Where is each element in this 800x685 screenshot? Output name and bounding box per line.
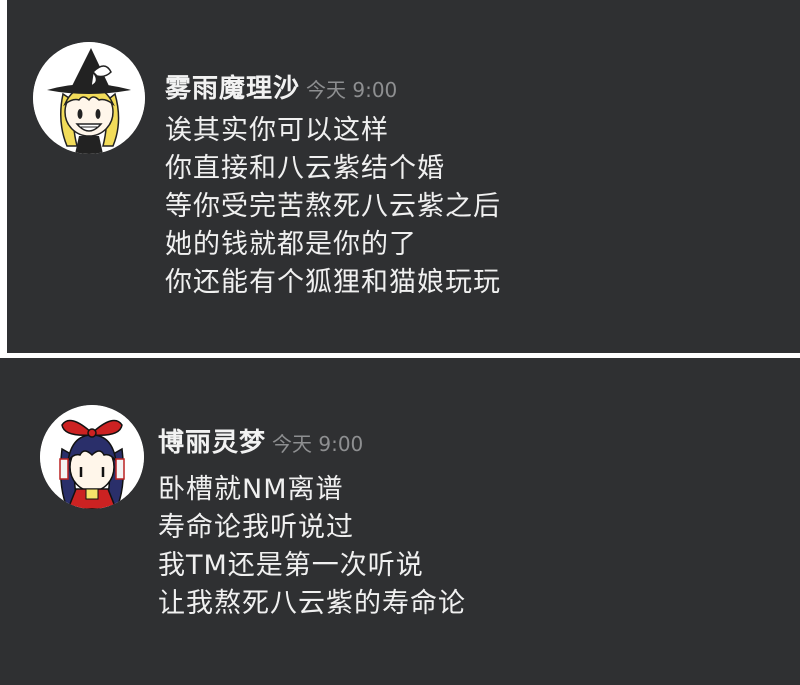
timestamp: 今天 9:00 (272, 432, 364, 456)
username[interactable]: 博丽灵梦 (158, 422, 266, 459)
witch-girl-avatar-icon[interactable] (33, 42, 145, 154)
message-line: 卧槽就NM离谱 (158, 474, 344, 505)
message-body: 卧槽就NM离谱 寿命论我听说过 我TM还是第一次听说 让我熬死八云紫的寿命论 (158, 471, 466, 623)
shrine-maiden-avatar-icon[interactable] (40, 405, 144, 509)
message-line: 我TM还是第一次听说 (158, 550, 424, 581)
message-body: 诶其实你可以这样 你直接和八云紫结个婚 等你受完苦熬死八云紫之后 她的钱就都是你… (165, 112, 501, 302)
username[interactable]: 雾雨魔理沙 (165, 68, 300, 105)
message-line: 你还能有个狐狸和猫娘玩玩 (165, 267, 501, 298)
chat-screenshot: 雾雨魔理沙 今天 9:00 诶其实你可以这样 你直接和八云紫结个婚 等你受完苦熬… (0, 0, 800, 685)
message-line: 让我熬死八云紫的寿命论 (158, 588, 466, 619)
message-line: 你直接和八云紫结个婚 (165, 153, 445, 184)
message-header: 博丽灵梦 今天 9:00 (158, 422, 363, 459)
message-line: 等你受完苦熬死八云紫之后 (165, 191, 501, 222)
timestamp: 今天 9:00 (306, 78, 398, 102)
message-header: 雾雨魔理沙 今天 9:00 (165, 68, 397, 105)
message-item: 雾雨魔理沙 今天 9:00 诶其实你可以这样 你直接和八云紫结个婚 等你受完苦熬… (7, 0, 800, 353)
message-line: 寿命论我听说过 (158, 512, 354, 543)
message-item: 博丽灵梦 今天 9:00 卧槽就NM离谱 寿命论我听说过 我TM还是第一次听说 … (0, 358, 800, 685)
message-line: 她的钱就都是你的了 (165, 229, 417, 260)
message-line: 诶其实你可以这样 (165, 115, 389, 146)
